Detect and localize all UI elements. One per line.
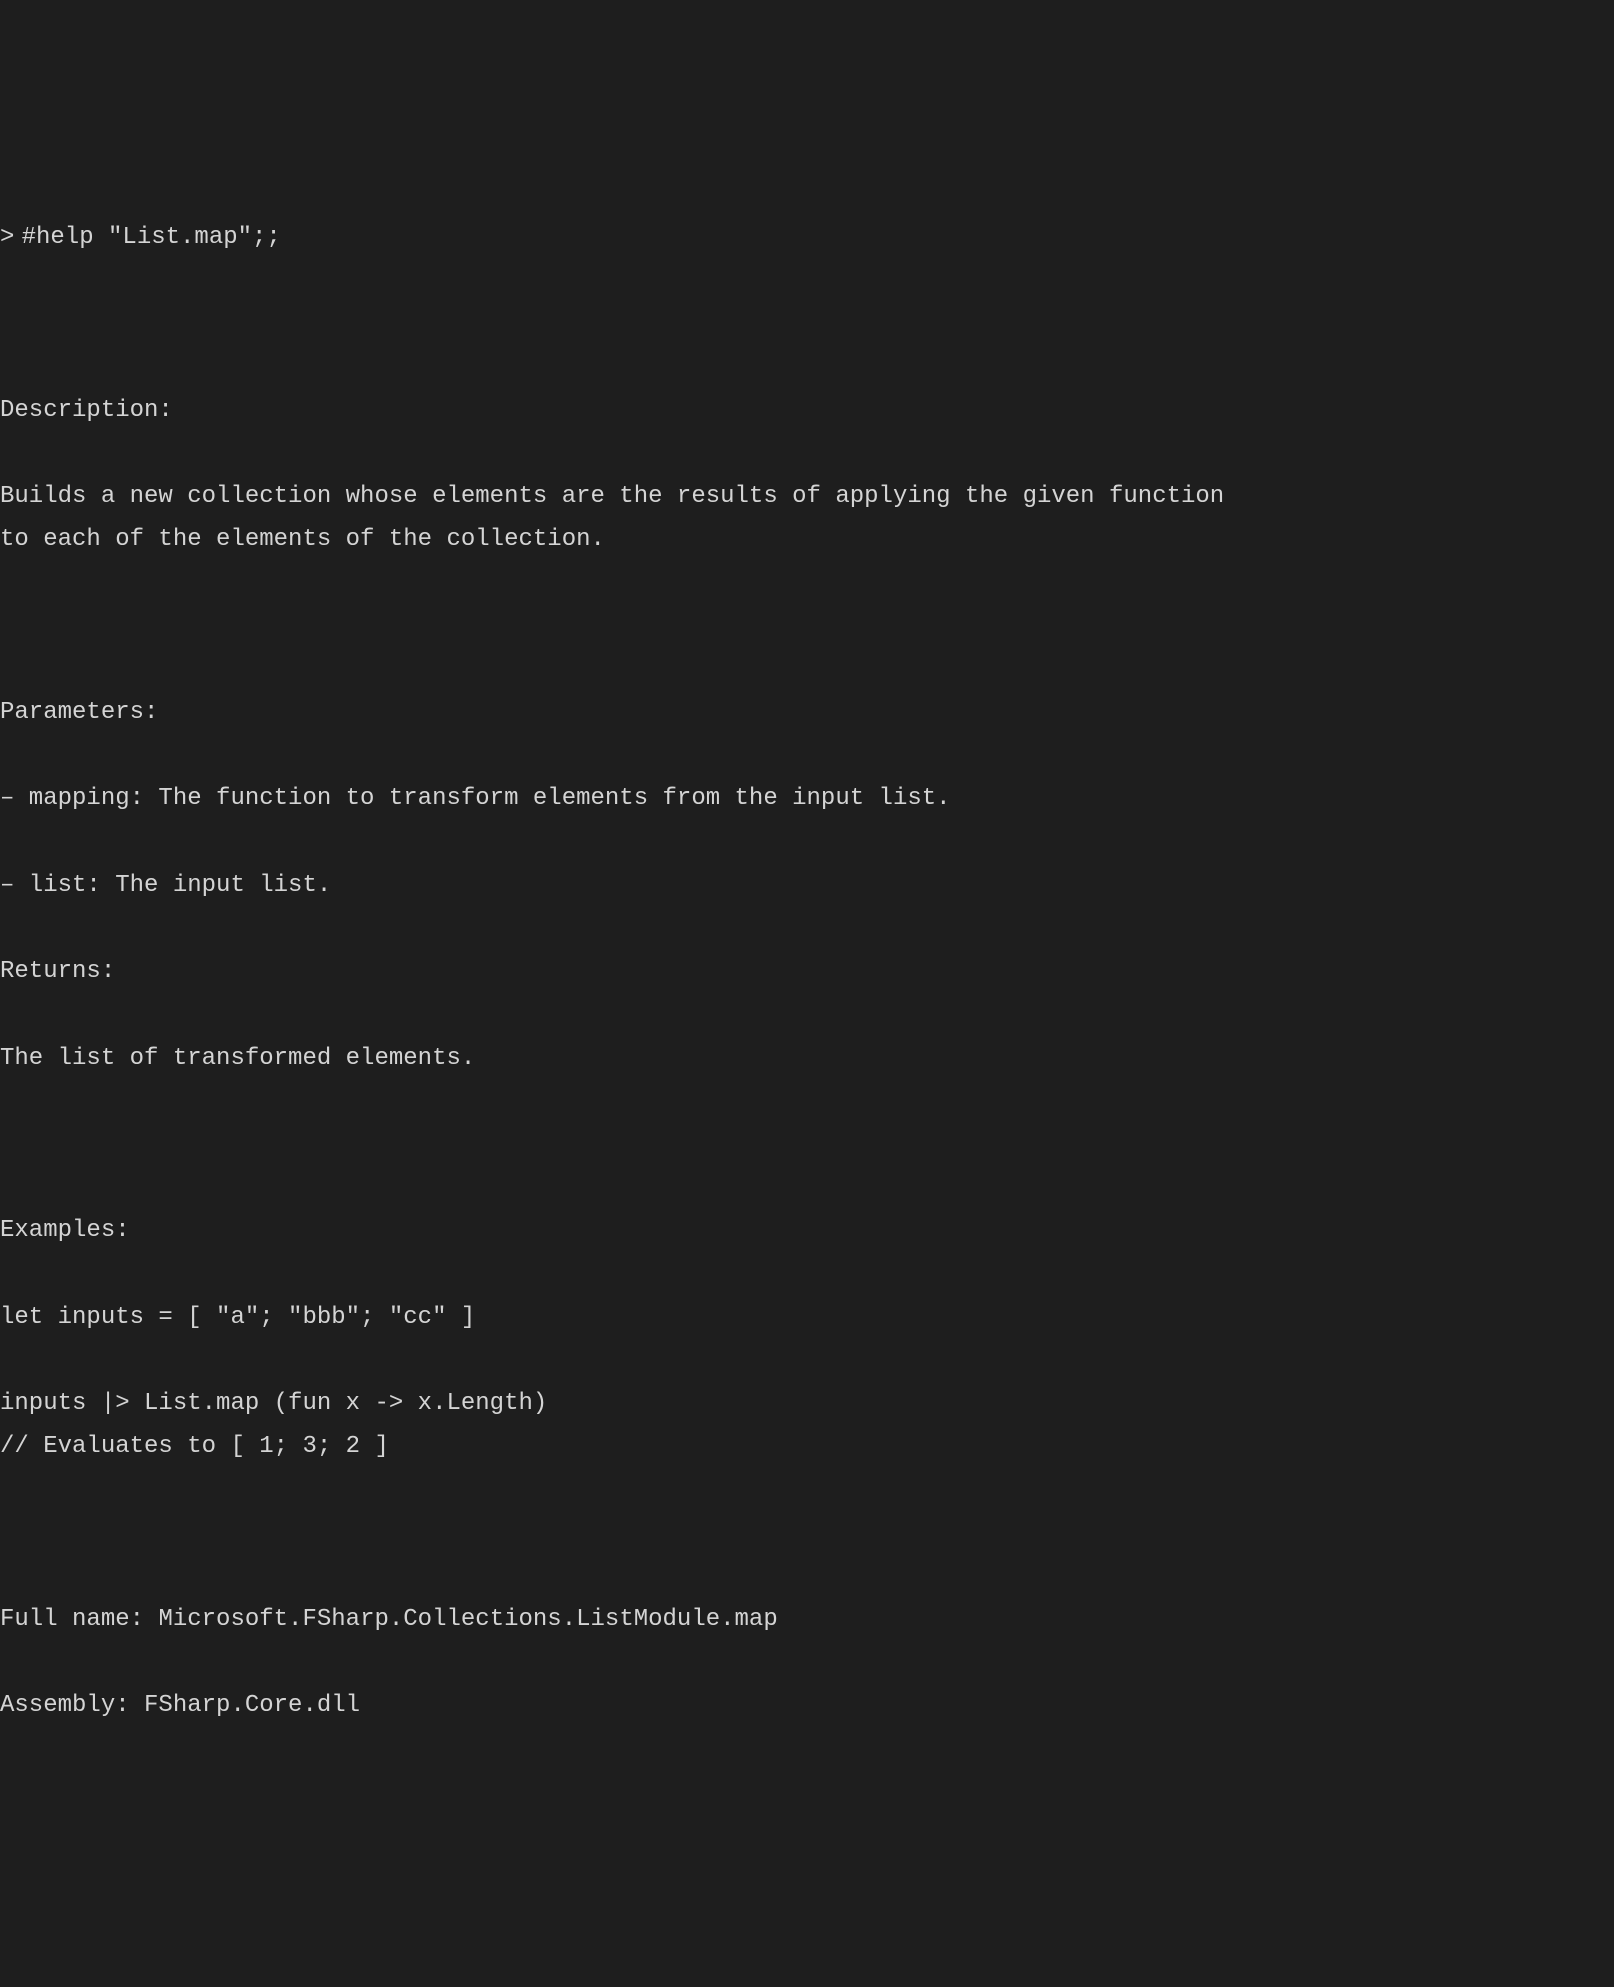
blank-line [0,1512,1614,1555]
examples-heading: Examples: [0,1209,1614,1252]
assembly-label: Assembly: [0,1692,130,1719]
returns-heading: Returns: [0,950,1614,993]
assembly-line: Assembly: FSharp.Core.dll [0,1684,1614,1727]
parameters-heading: Parameters: [0,691,1614,734]
terminal-output: >#help "List.map";; Description: Builds … [0,173,1614,1771]
description-heading: Description: [0,389,1614,432]
fullname-line: Full name: Microsoft.FSharp.Collections.… [0,1598,1614,1641]
command-prompt-line[interactable]: >#help "List.map";; [0,216,1614,259]
blank-line [0,302,1614,345]
parameter-item: – list: The input list. [0,864,1614,907]
fullname-value: Microsoft.FSharp.Collections.ListModule.… [158,1606,777,1633]
prompt-symbol: > [0,216,14,259]
command-text: #help "List.map";; [22,216,281,259]
examples-code: let inputs = [ "a"; "bbb"; "cc" ] inputs… [0,1296,1614,1469]
assembly-value: FSharp.Core.dll [144,1692,360,1719]
fullname-label: Full name: [0,1606,144,1633]
blank-line [0,605,1614,648]
blank-line [0,1123,1614,1166]
description-text: Builds a new collection whose elements a… [0,475,1614,561]
returns-text: The list of transformed elements. [0,1037,1614,1080]
parameter-item: – mapping: The function to transform ele… [0,777,1614,820]
